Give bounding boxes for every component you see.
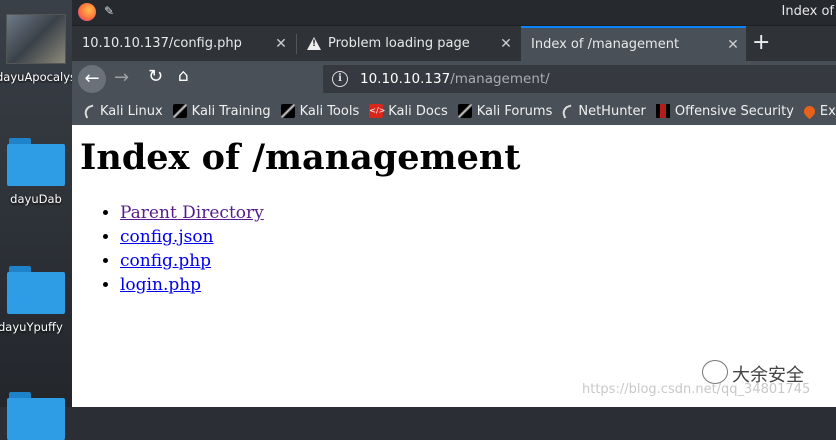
- tab-label: 10.10.10.137/config.php: [82, 36, 242, 51]
- login-php-link[interactable]: login.php: [120, 275, 201, 295]
- kali-icon: [560, 103, 575, 119]
- tab-problem-loading[interactable]: Problem loading page ✕: [297, 26, 519, 61]
- bookmark-label: NetHunter: [578, 103, 646, 119]
- folder-icon: [7, 392, 65, 440]
- window-title: Index of: [781, 4, 834, 19]
- title-bar: ✎ Index of: [72, 0, 836, 25]
- desktop-item-partial[interactable]: [0, 392, 72, 440]
- list-item: config.json: [120, 225, 264, 249]
- address-bar[interactable]: i 10.10.10.137/management/: [323, 65, 836, 93]
- offsec-icon: [655, 104, 670, 118]
- list-item: Parent Directory: [120, 201, 264, 225]
- kali-dragon-icon: [457, 104, 472, 118]
- list-item: login.php: [120, 273, 264, 297]
- tab-label: Problem loading page: [328, 36, 470, 51]
- bookmark-kali-training[interactable]: Kali Training: [172, 103, 271, 119]
- desktop-item-label: dayuDab: [10, 192, 62, 206]
- bookmark-label: Exp: [819, 103, 836, 119]
- info-icon[interactable]: i: [332, 71, 348, 87]
- directory-listing: Parent Directory config.json config.php …: [120, 201, 264, 297]
- bookmark-label: Kali Training: [191, 103, 271, 119]
- reload-button[interactable]: ↻: [148, 66, 163, 87]
- url-path: /management/: [450, 71, 550, 87]
- bookmark-label: Kali Forums: [476, 103, 553, 119]
- bookmark-nethunter[interactable]: NetHunter: [560, 103, 646, 119]
- watermark-url: https://blog.csdn.net/qq_34801745: [582, 382, 811, 397]
- pin-icon[interactable]: ✎: [104, 4, 114, 18]
- list-item: config.php: [120, 249, 264, 273]
- home-button[interactable]: ⌂: [178, 66, 189, 86]
- desktop-item-label: dayuApocalyse: [0, 70, 72, 84]
- config-php-link[interactable]: config.php: [120, 251, 211, 271]
- bookmark-kali-forums[interactable]: Kali Forums: [457, 103, 553, 119]
- image-thumbnail-icon: [6, 14, 66, 64]
- desktop-item-apocalyse[interactable]: dayuApocalyse: [0, 14, 72, 84]
- forward-button[interactable]: →: [114, 67, 129, 88]
- tab-config-php[interactable]: 10.10.10.137/config.php ✕: [72, 26, 294, 61]
- folder-icon: [7, 266, 65, 314]
- close-icon[interactable]: ✕: [720, 37, 746, 53]
- desktop-item-label: dayuYpuffy: [0, 320, 63, 334]
- config-json-link[interactable]: config.json: [120, 227, 214, 247]
- kali-docs-icon: </>: [369, 104, 385, 118]
- url-text: 10.10.10.137/management/: [360, 71, 550, 87]
- close-icon[interactable]: ✕: [268, 36, 294, 52]
- tab-index-management[interactable]: Index of /management ✕: [521, 26, 746, 61]
- kali-dragon-icon: [172, 104, 187, 118]
- bookmark-label: Kali Tools: [299, 103, 360, 119]
- desktop-item-dab[interactable]: dayuDab: [0, 138, 72, 206]
- browser-window: ✎ Index of 10.10.10.137/config.php ✕ Pro…: [72, 0, 836, 407]
- folder-icon: [7, 138, 65, 186]
- new-tab-button[interactable]: +: [752, 31, 770, 55]
- bookmarks-toolbar: Kali Linux Kali Training Kali Tools </> K…: [72, 97, 836, 125]
- bookmark-label: Kali Linux: [100, 103, 163, 119]
- nav-bar: ← → ↻ ⌂ i 10.10.10.137/management/: [72, 61, 836, 97]
- wechat-logo-icon: [702, 360, 728, 384]
- desktop: dayuApocalyse dayuDab dayuYpuffy: [0, 0, 72, 440]
- parent-directory-link[interactable]: Parent Directory: [120, 203, 264, 223]
- bookmark-offensive-security[interactable]: Offensive Security: [655, 103, 794, 119]
- bookmark-kali-linux[interactable]: Kali Linux: [82, 103, 163, 119]
- page-content: Index of /management Parent Directory co…: [72, 125, 836, 407]
- kali-icon: [82, 103, 97, 119]
- bookmark-exploit-db[interactable]: Exp: [801, 103, 836, 119]
- tab-label: Index of /management: [531, 37, 680, 52]
- bookmark-kali-docs[interactable]: </> Kali Docs: [369, 104, 448, 119]
- close-icon[interactable]: ✕: [493, 36, 519, 52]
- exploit-db-icon: [801, 103, 818, 119]
- url-host: 10.10.10.137: [360, 71, 451, 87]
- warning-icon: [307, 37, 321, 50]
- page-title: Index of /management: [80, 137, 521, 178]
- tab-strip: 10.10.10.137/config.php ✕ Problem loadin…: [72, 25, 836, 61]
- desktop-item-ypuffy[interactable]: dayuYpuffy: [0, 266, 72, 334]
- kali-dragon-icon: [280, 104, 295, 118]
- bookmark-label: Offensive Security: [674, 103, 794, 119]
- bookmark-label: Kali Docs: [388, 103, 448, 119]
- back-button[interactable]: ←: [78, 65, 106, 93]
- bookmark-kali-tools[interactable]: Kali Tools: [280, 103, 360, 119]
- firefox-icon: [78, 3, 96, 21]
